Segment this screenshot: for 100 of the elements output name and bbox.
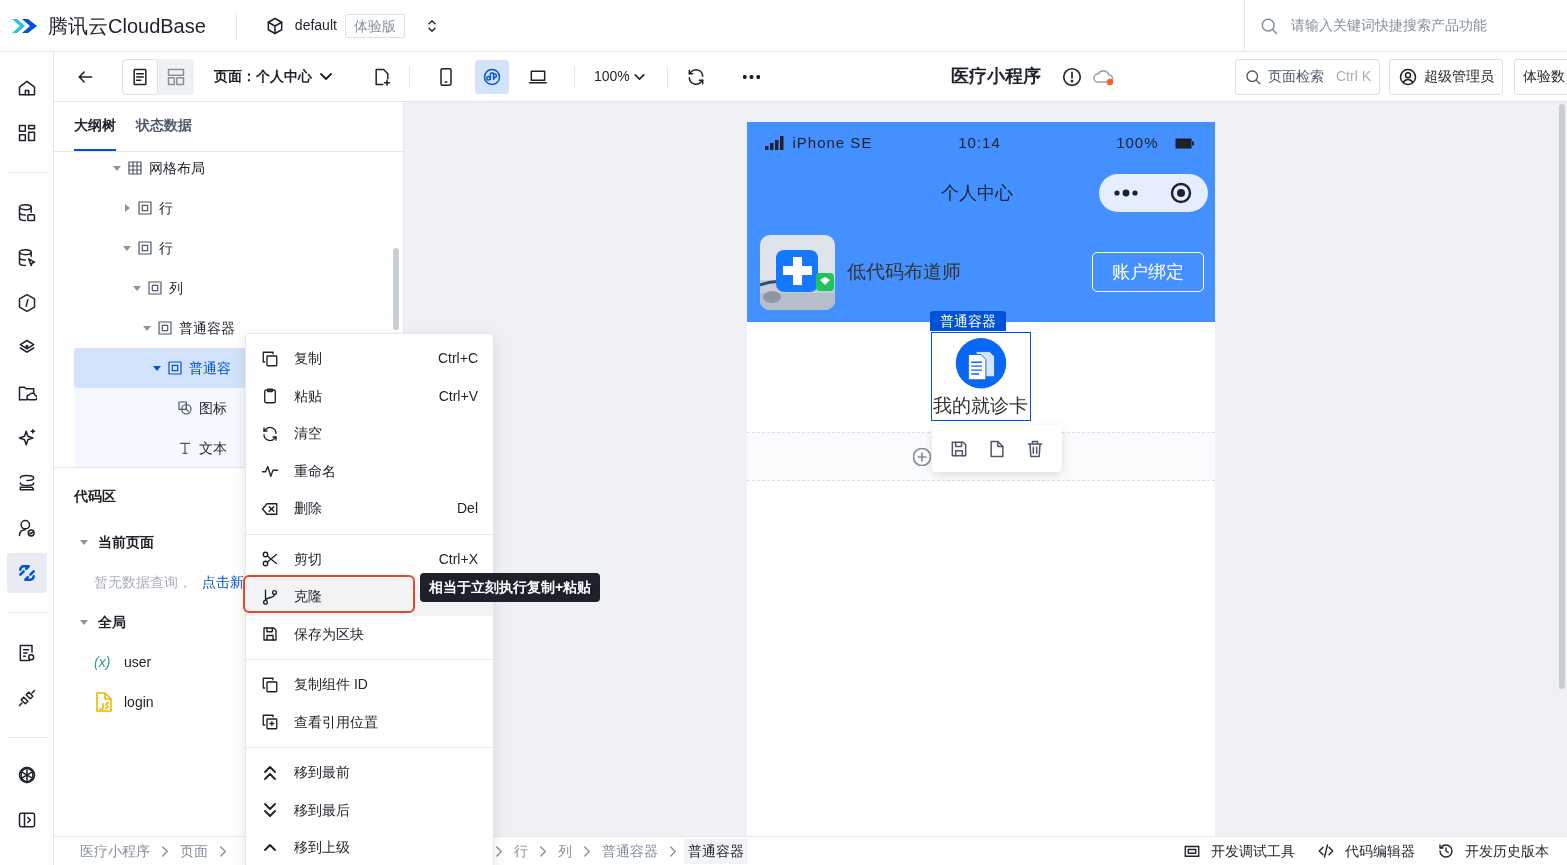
- search-icon: [1244, 67, 1262, 86]
- menu-item[interactable]: 移到最后: [246, 791, 493, 829]
- user-button[interactable]: 超级管理员: [1389, 58, 1503, 95]
- scissors-icon: [261, 550, 279, 569]
- copy-icon: [261, 675, 279, 694]
- env-badge: 体验版: [344, 13, 405, 38]
- footer-tool-button[interactable]: 代码编辑器: [1317, 840, 1415, 862]
- double-down-icon: [264, 803, 276, 818]
- more-icon: [743, 74, 761, 79]
- documents-icon: [953, 337, 1008, 390]
- battery-icon: [1174, 137, 1195, 149]
- shortcut-hint: Del: [457, 499, 478, 519]
- menu-item[interactable]: 移到上级: [246, 829, 493, 865]
- expand-arrow-icon[interactable]: [80, 618, 88, 626]
- chevron-icon: [670, 845, 676, 857]
- branch-icon: [261, 587, 279, 606]
- expand-arrow-icon[interactable]: [153, 364, 161, 372]
- breadcrumb-item[interactable]: 普通容器: [684, 838, 748, 864]
- refresh-icon: [261, 424, 279, 443]
- page-search-button[interactable]: 页面检索 Ctrl K: [1235, 58, 1380, 95]
- grid-icon: [127, 160, 143, 176]
- tree-item[interactable]: 网格布局: [74, 152, 383, 188]
- chevron-icon: [584, 845, 590, 857]
- tree-label: 文本: [199, 438, 227, 458]
- footer-tool-button[interactable]: 开发调试工具: [1183, 840, 1295, 862]
- menu-item[interactable]: 移到最前: [246, 754, 493, 792]
- shortcut-hint: Ctrl+V: [438, 386, 478, 406]
- tree-label: 图标: [199, 398, 227, 418]
- menu-item[interactable]: 保存为区块: [246, 615, 493, 653]
- container-icon: [157, 320, 173, 336]
- clipboard-icon: [261, 387, 279, 406]
- chevron-icon: [220, 845, 226, 857]
- expand-arrow-icon[interactable]: [80, 538, 88, 546]
- hexagon-icon: [16, 292, 37, 313]
- tree-label: 行: [159, 198, 173, 218]
- copy-icon: [261, 349, 279, 368]
- cloud-icon: [1092, 67, 1115, 86]
- create-link[interactable]: 点击新: [202, 571, 244, 593]
- env-name: default: [294, 16, 337, 35]
- history-icon: [1437, 842, 1455, 860]
- more-icon: [1113, 189, 1140, 197]
- view-toggle[interactable]: [122, 58, 158, 95]
- panel-tab[interactable]: 大纲树: [74, 102, 116, 151]
- search-field[interactable]: 请输入关键词快捷搜索产品功能: [1289, 14, 1549, 37]
- clock: 10:14: [958, 132, 1001, 153]
- tree-label: 普通容器: [179, 318, 235, 338]
- expand-arrow-icon[interactable]: [133, 284, 141, 292]
- tree-item[interactable]: 列: [74, 268, 383, 308]
- tree-label: 普通容: [189, 358, 231, 378]
- selected-container[interactable]: 我的就诊卡: [930, 332, 1031, 421]
- copy-plus-icon: [261, 713, 279, 732]
- expand-arrow-icon[interactable]: [123, 244, 131, 252]
- menu-item[interactable]: 复制组件 ID: [246, 666, 493, 704]
- page-title: 个人中心: [941, 181, 1013, 205]
- expand-arrow-icon[interactable]: [143, 324, 151, 332]
- tree-label: 列: [169, 278, 183, 298]
- device-name: iPhone SE: [792, 132, 873, 153]
- save-icon: [261, 625, 279, 644]
- menu-item[interactable]: 查看引用位置: [246, 703, 493, 741]
- chevron-icon: [162, 845, 168, 857]
- chevron-icon: [496, 845, 502, 857]
- plug-icon: [16, 687, 37, 708]
- collapse-arrow-icon[interactable]: [123, 204, 131, 212]
- card-label: 我的就诊卡: [933, 393, 1028, 418]
- page-selector[interactable]: 页面：个人中心: [214, 59, 332, 94]
- shapes-icon: [177, 400, 193, 416]
- capsule-menu[interactable]: [1098, 174, 1208, 212]
- container-icon: [137, 240, 153, 256]
- expand-arrow-icon[interactable]: [113, 164, 121, 172]
- shortcut-hint: Ctrl+X: [438, 549, 478, 569]
- scrollbar-thumb[interactable]: [1559, 104, 1565, 689]
- tree-label: 网格布局: [149, 158, 205, 178]
- tree-label: 行: [159, 238, 173, 258]
- signal-icon: [764, 136, 785, 150]
- apps-icon: [16, 122, 37, 143]
- container-icon: [137, 200, 153, 216]
- empty-message: 暂无数据查询，: [94, 572, 192, 592]
- new-page-icon: [372, 66, 392, 87]
- chevron-icon: [540, 845, 546, 857]
- menu-item[interactable]: 删除 Del: [246, 490, 493, 528]
- mini-program-icon: [482, 66, 502, 87]
- component-tag: 普通容器: [929, 311, 1006, 331]
- script-file-icon: [94, 691, 114, 713]
- tree-item[interactable]: 行: [74, 228, 383, 268]
- sidebar-button[interactable]: [6, 552, 47, 593]
- add-icon: [912, 447, 931, 466]
- target-icon: [1170, 182, 1193, 204]
- panel-tab[interactable]: 状态数据: [136, 102, 192, 151]
- trial-button[interactable]: 体验数: [1514, 58, 1567, 95]
- document-icon: [130, 66, 150, 87]
- caret-icon: [633, 73, 645, 80]
- tree-item[interactable]: 行: [74, 188, 383, 228]
- zoom-selector[interactable]: 100%: [594, 59, 645, 94]
- chevron-up-icon: [264, 844, 276, 852]
- tooltip: 相当于立刻执行复制+粘贴: [420, 573, 601, 602]
- footer-tool-button[interactable]: 开发历史版本: [1437, 840, 1549, 862]
- scrollbar-thumb[interactable]: [393, 248, 399, 330]
- device-button[interactable]: [475, 59, 509, 94]
- sparkle-icon: [16, 427, 37, 448]
- caret-icon: [320, 73, 332, 80]
